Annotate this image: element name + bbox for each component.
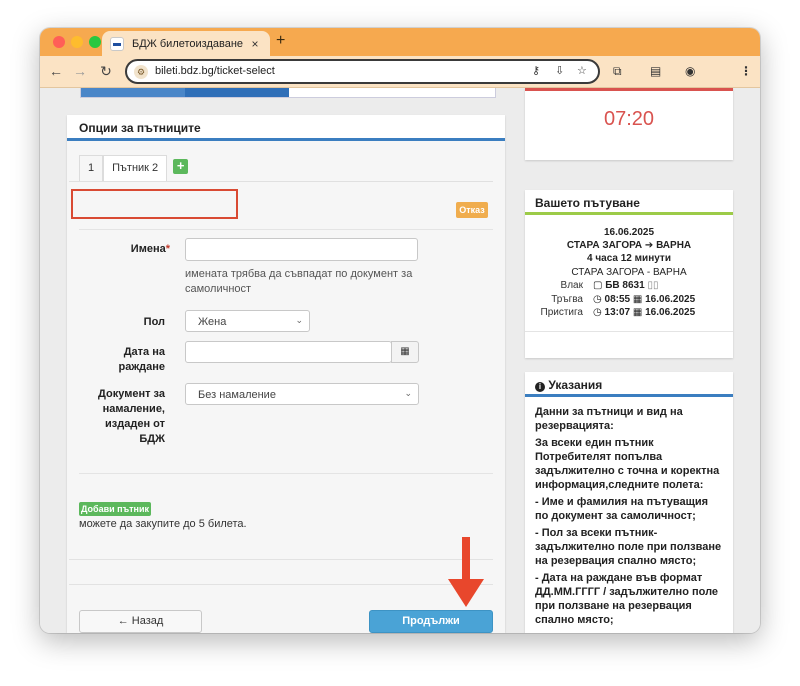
media-controls-icon[interactable]: ◉ bbox=[685, 64, 695, 78]
arrive-label: Пристига bbox=[540, 307, 584, 318]
train-info-icon: ▯▯ bbox=[647, 280, 659, 291]
arrive-time: 13:07 bbox=[604, 307, 631, 318]
depart-date: 16.06.2025 bbox=[645, 294, 696, 305]
bdz-favicon-icon bbox=[110, 36, 124, 51]
bookmark-star-icon[interactable]: ☆ bbox=[577, 64, 587, 77]
red-arrow-annotation-icon bbox=[448, 537, 484, 607]
reading-list-icon[interactable]: ▤ bbox=[650, 64, 661, 78]
discount-doc-select[interactable]: Без намаление ⌄ bbox=[185, 383, 419, 405]
instructions-paragraph: - Име и фамилия на пътуващия по документ… bbox=[535, 496, 709, 522]
discount-selected-value: Без намаление bbox=[198, 389, 276, 401]
depart-label: Тръгва bbox=[551, 294, 583, 305]
cancel-passenger-button[interactable]: Отказ bbox=[456, 202, 488, 218]
password-key-icon[interactable]: ⚷ bbox=[532, 64, 540, 77]
close-window-button[interactable] bbox=[53, 36, 65, 48]
instructions-paragraph: Данни за пътници и вид на резервацията: bbox=[535, 406, 683, 432]
birth-date-input[interactable] bbox=[185, 341, 392, 363]
browser-tab[interactable]: БДЖ билетоиздаване × bbox=[102, 31, 270, 56]
trip-segment: СТАРА ЗАГОРА - ВАРНА bbox=[571, 267, 687, 278]
calendar-icon[interactable]: ▦ bbox=[391, 341, 419, 363]
progress-stepper bbox=[80, 88, 496, 98]
instructions-paragraph: - Дата на раждане във формат ДД.ММ.ГГГГ … bbox=[535, 572, 719, 626]
ticket-limit-text: можете да закупите до 5 билета. bbox=[79, 518, 247, 530]
session-timer: 07:20 bbox=[603, 108, 655, 130]
train-value: ▢ БВ 8631 ▯▯ bbox=[593, 280, 658, 291]
reload-icon[interactable]: ↻ bbox=[98, 63, 114, 79]
sidebar-column: 07:20 Вашето пътуване 16.06.2025 СТАРА З… bbox=[525, 88, 733, 633]
gender-label: Пол bbox=[143, 316, 165, 328]
install-app-icon[interactable]: ⇩ bbox=[555, 64, 564, 77]
arrive-value: ◷ 13:07 ▦ 16.06.2025 bbox=[593, 307, 695, 318]
name-help-text: имената трябва да съвпадат по документ з… bbox=[185, 268, 413, 295]
tabs-divider bbox=[69, 181, 493, 182]
tab-strip: БДЖ билетоиздаване × + bbox=[40, 28, 760, 56]
instructions-card: i Указания Данни за пътници и вид на рез… bbox=[525, 372, 733, 633]
back-button[interactable]: ← Назад bbox=[79, 610, 202, 633]
back-arrow-icon[interactable]: ← bbox=[48, 63, 64, 79]
gender-select[interactable]: Жена ⌄ bbox=[185, 310, 310, 332]
tab-title: БДЖ билетоиздаване bbox=[132, 37, 244, 50]
extensions-icon[interactable]: ⧉ bbox=[613, 64, 622, 79]
trip-divider bbox=[525, 331, 733, 332]
browser-menu-icon[interactable]: ⋮ bbox=[740, 64, 752, 78]
birth-date-label: Дата на раждане bbox=[118, 346, 166, 373]
address-bar[interactable]: ⚙ bileti.bdz.bg/ticket-select ⚷ ⇩ ☆ bbox=[125, 59, 600, 84]
site-info-icon[interactable]: ⚙ bbox=[134, 65, 148, 79]
trip-date: 16.06.2025 bbox=[603, 227, 655, 238]
passenger-options-panel: Опции за пътниците 1 Пътник 2 + Отказ Им… bbox=[67, 115, 505, 633]
depart-time: 08:55 bbox=[604, 294, 631, 305]
instructions-heading: i Указания bbox=[525, 372, 733, 397]
continue-button[interactable]: Продължи bbox=[369, 610, 493, 633]
clock-icon: ◷ bbox=[593, 294, 602, 305]
browser-toolbar: ← → ↻ ⚙ bileti.bdz.bg/ticket-select ⚷ ⇩ … bbox=[40, 56, 760, 88]
instructions-paragraph: За всеки един пътник Потребителят попълв… bbox=[535, 437, 720, 491]
maximize-window-button[interactable] bbox=[89, 36, 101, 48]
name-label: Имена* bbox=[130, 243, 170, 255]
train-icon: ▢ bbox=[593, 280, 603, 291]
discount-doc-label: Документ за намаление, издаден от БДЖ bbox=[98, 388, 165, 445]
trip-heading: Вашето пътуване bbox=[525, 190, 733, 215]
passenger-form: Имена* имената трябва да съвпадат по док… bbox=[79, 229, 493, 474]
stepper-step-2 bbox=[185, 88, 289, 97]
arrive-date: 16.06.2025 bbox=[645, 307, 696, 318]
browser-window: БДЖ билетоиздаване × + ← → ↻ ⚙ bileti.bd… bbox=[40, 28, 760, 633]
info-icon: i bbox=[535, 382, 545, 392]
depart-value: ◷ 08:55 ▦ 16.06.2025 bbox=[593, 294, 695, 305]
section-divider bbox=[69, 559, 493, 560]
url-text[interactable]: bileti.bdz.bg/ticket-select bbox=[155, 65, 275, 77]
train-number: БВ 8631 bbox=[605, 280, 645, 291]
calendar-icon: ▦ bbox=[632, 307, 643, 318]
new-tab-button[interactable]: + bbox=[276, 32, 285, 50]
trip-duration: 4 часа 12 минути bbox=[587, 253, 671, 264]
instructions-paragraph: - Пол за всеки пътник- задължително поле… bbox=[535, 527, 722, 567]
gender-selected-value: Жена bbox=[198, 316, 227, 328]
panel-title: Опции за пътниците bbox=[67, 115, 505, 141]
section-divider bbox=[69, 584, 493, 585]
passenger-tabs: 1 Пътник 2 + bbox=[79, 155, 189, 181]
tab-passenger-1[interactable]: 1 bbox=[79, 155, 104, 181]
clock-icon: ◷ bbox=[593, 307, 602, 318]
panel-body: 1 Пътник 2 + Отказ Имена* имената трябва… bbox=[67, 141, 505, 633]
forward-arrow-icon[interactable]: → bbox=[72, 63, 88, 79]
stepper-step-1 bbox=[81, 88, 185, 97]
session-timer-card: 07:20 bbox=[525, 88, 733, 160]
train-label: Влак bbox=[560, 280, 583, 291]
page-viewport: Опции за пътниците 1 Пътник 2 + Отказ Им… bbox=[40, 88, 760, 633]
chevron-down-icon: ⌄ bbox=[404, 388, 412, 398]
trip-summary-card: Вашето пътуване 16.06.2025 СТАРА ЗАГОРА … bbox=[525, 190, 733, 358]
main-column: Опции за пътниците 1 Пътник 2 + Отказ Им… bbox=[67, 88, 505, 633]
add-passenger-button[interactable]: Добави пътник bbox=[79, 502, 151, 516]
name-input[interactable] bbox=[185, 238, 418, 261]
calendar-icon: ▦ bbox=[632, 294, 643, 305]
tab-close-icon[interactable]: × bbox=[248, 37, 262, 51]
highlight-annotation-box bbox=[71, 189, 238, 219]
instructions-body: Данни за пътници и вид на резервацията: … bbox=[525, 397, 733, 633]
minimize-window-button[interactable] bbox=[71, 36, 83, 48]
add-tab-button[interactable]: + bbox=[173, 159, 189, 174]
trip-route: СТАРА ЗАГОРА ➔ ВАРНА bbox=[566, 240, 692, 251]
tab-passenger-2[interactable]: Пътник 2 bbox=[103, 155, 168, 181]
chevron-down-icon: ⌄ bbox=[295, 315, 303, 325]
instructions-title: Указания bbox=[548, 378, 603, 392]
